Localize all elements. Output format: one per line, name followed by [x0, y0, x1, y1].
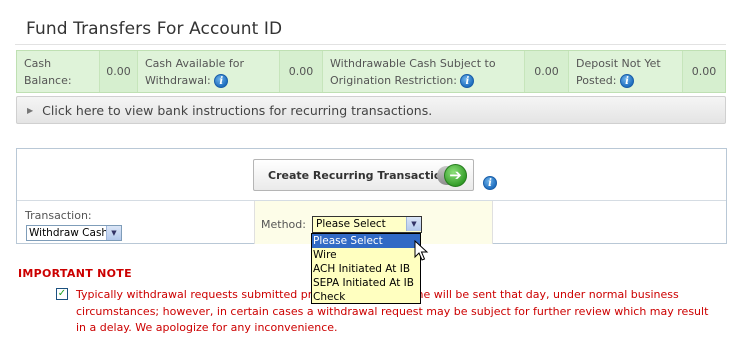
method-option[interactable]: Check [312, 290, 420, 304]
transaction-label: Transaction: [25, 209, 92, 222]
go-arrow-icon: ➔ [444, 164, 467, 187]
chevron-down-icon[interactable]: ▼ [106, 226, 121, 240]
panel-header: Create Recurring Transaction ➔ i [17, 149, 726, 201]
method-select[interactable]: Please Select ▼ [312, 216, 422, 233]
info-icon[interactable]: i [460, 73, 475, 88]
create-button-label: Create Recurring Transaction [268, 168, 450, 182]
method-select-value: Please Select [316, 218, 386, 230]
cash-available-value: 0.00 [280, 51, 323, 92]
expand-triangle-icon: ▶ [27, 105, 34, 115]
cash-available-label: Cash Available for Withdrawal: i [138, 51, 280, 92]
acknowledge-checkbox[interactable]: ✓ [56, 288, 68, 300]
column-divider [254, 201, 255, 244]
page-title: Fund Transfers For Account ID [26, 19, 283, 39]
info-icon[interactable]: i [483, 176, 497, 190]
method-option[interactable]: Please Select [312, 234, 420, 248]
transaction-select-value: Withdraw Cash [29, 227, 109, 239]
bank-instructions-label: Click here to view bank instructions for… [42, 102, 433, 118]
column-divider [492, 201, 493, 244]
transaction-select[interactable]: Withdraw Cash ▼ [26, 225, 122, 241]
method-dropdown-list[interactable]: Please Select Wire ACH Initiated At IB S… [311, 233, 421, 304]
method-label: Method: [261, 218, 306, 231]
withdrawable-label: Withdrawable Cash Subject to Origination … [323, 51, 525, 92]
recurring-transaction-panel: Create Recurring Transaction ➔ i Transac… [16, 148, 727, 244]
cash-balance-value: 0.00 [100, 51, 138, 92]
create-recurring-transaction-button[interactable]: Create Recurring Transaction ➔ [253, 159, 474, 191]
method-option[interactable]: ACH Initiated At IB [312, 262, 420, 276]
info-icon[interactable]: i [214, 73, 229, 88]
method-option[interactable]: Wire [312, 248, 420, 262]
title-divider [15, 44, 726, 45]
mouse-pointer-icon [414, 240, 429, 261]
info-icon[interactable]: i [619, 73, 634, 88]
important-note-heading: IMPORTANT NOTE [18, 267, 132, 280]
chevron-down-icon[interactable]: ▼ [406, 217, 421, 231]
cash-balance-label: Cash Balance: [17, 51, 100, 92]
go-toggle: ➔ [437, 164, 467, 187]
withdrawable-value: 0.00 [525, 51, 569, 92]
bank-instructions-toggle[interactable]: ▶ Click here to view bank instructions f… [16, 96, 726, 124]
balances-bar: Cash Balance: 0.00 Cash Available for With… [16, 50, 726, 93]
deposit-not-posted-value: 0.00 [683, 51, 725, 92]
method-option[interactable]: SEPA Initiated At IB [312, 276, 420, 290]
deposit-not-posted-label: Deposit Not Yet Posted: i [569, 51, 683, 92]
